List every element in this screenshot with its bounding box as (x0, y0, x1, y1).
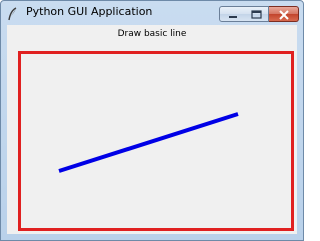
feather-icon (8, 7, 17, 21)
window-title: Python GUI Application (26, 5, 153, 18)
maximize-button[interactable] (244, 6, 269, 22)
maximize-icon (251, 10, 262, 19)
canvas-title: Draw basic line (117, 29, 187, 39)
close-button[interactable] (269, 6, 299, 22)
close-icon (279, 10, 289, 20)
window-client-area: Draw basic line (7, 25, 297, 234)
drawing-canvas[interactable] (18, 51, 294, 231)
minimize-button[interactable] (219, 6, 245, 22)
app-window: Python GUI Application Draw basic line (0, 0, 304, 241)
minimize-icon (229, 16, 237, 18)
title-bar[interactable]: Python GUI Application (1, 1, 303, 25)
